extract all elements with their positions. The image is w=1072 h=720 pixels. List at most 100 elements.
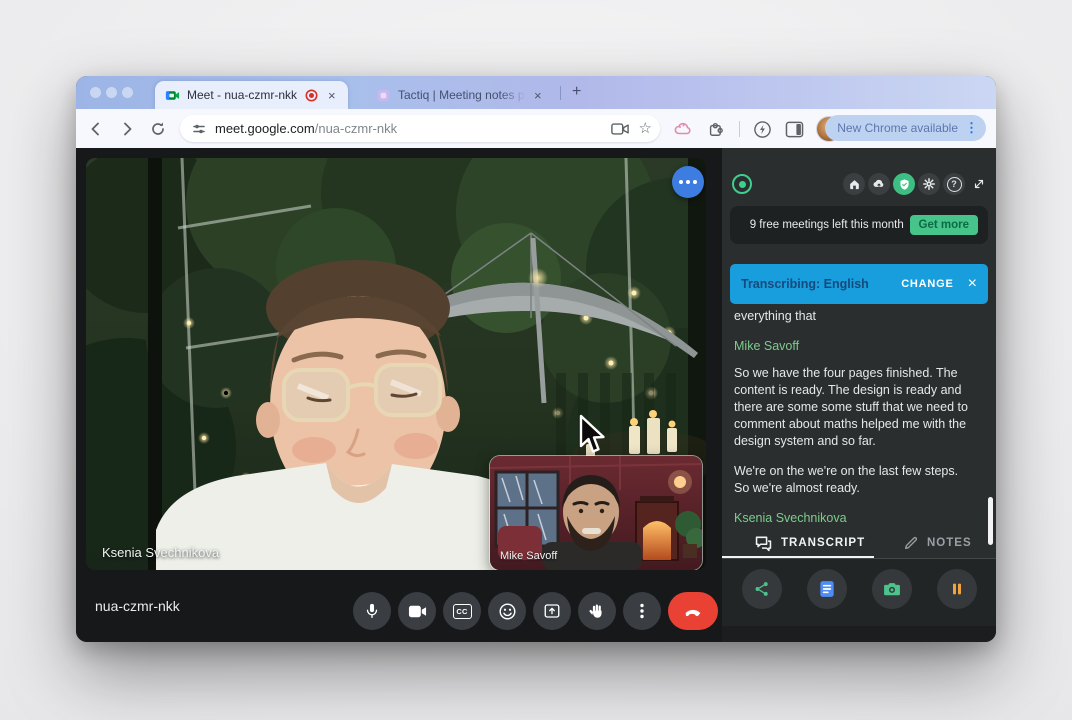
transcript-paragraph: We're on the we're on the last few steps… <box>734 464 959 495</box>
site-info-icon[interactable] <box>191 121 207 137</box>
transcribing-status-label: Transcribing: English <box>741 277 869 291</box>
cloud-extension-icon[interactable] <box>673 119 693 139</box>
transcribing-banner: Transcribing: English CHANGE × <box>730 264 988 304</box>
tab-title: Tactiq | Meeting notes powe <box>398 88 526 102</box>
screenshot-button[interactable] <box>872 569 912 609</box>
captions-icon: CC <box>452 603 472 619</box>
pause-icon <box>953 583 961 595</box>
camera-icon <box>408 605 426 617</box>
privacy-shield-button[interactable] <box>893 173 915 195</box>
transcript-fragment: everything that <box>734 309 816 323</box>
gear-icon <box>922 177 936 191</box>
raise-hand-button[interactable] <box>578 592 616 630</box>
cloud-upload-icon <box>873 179 884 187</box>
google-doc-icon <box>820 581 834 597</box>
side-panel-icon[interactable] <box>785 121 804 138</box>
more-options-button[interactable] <box>623 592 661 630</box>
pause-transcription-button[interactable] <box>937 569 977 609</box>
window-zoom-button[interactable] <box>122 87 133 98</box>
window-close-button[interactable] <box>90 87 101 98</box>
share-icon <box>755 582 768 596</box>
bookmark-star-icon[interactable]: ☆ <box>639 121 652 136</box>
browser-toolbar: meet.google.com/nua-czmr-nkk ☆ New Chrom… <box>76 109 996 149</box>
pencil-icon <box>905 536 918 549</box>
tab-divider <box>560 86 561 100</box>
end-call-icon <box>685 609 701 617</box>
meet-stage: Ksenia Svechnikova Mike Savoff nua-czmr-… <box>76 148 722 642</box>
pip-name-label: Mike Savoff <box>500 550 558 562</box>
active-tab-underline <box>722 556 874 558</box>
reload-icon[interactable] <box>146 117 170 141</box>
main-video-tile[interactable]: Ksenia Svechnikova Mike Savoff <box>86 158 706 570</box>
transcript-panel[interactable]: everything that Mike Savoff So we have t… <box>734 308 974 526</box>
sidebar-bottom-strip <box>722 626 996 642</box>
tab-notes[interactable]: NOTES <box>903 528 972 558</box>
camera-photo-icon <box>884 583 900 596</box>
share-button[interactable] <box>742 569 782 609</box>
browser-menu-icon[interactable]: ⋮ <box>965 120 978 136</box>
home-icon <box>849 179 859 189</box>
help-button[interactable]: ? <box>943 173 965 195</box>
sidebar-header-icons: ? <box>843 173 990 195</box>
more-options-icon <box>640 603 644 619</box>
bolt-extension-icon[interactable] <box>753 120 772 139</box>
url-domain: meet.google.com <box>215 121 315 136</box>
chat-bubbles-icon <box>755 536 772 551</box>
change-language-button[interactable]: CHANGE <box>901 278 953 290</box>
meet-favicon <box>165 90 180 100</box>
tab-meet[interactable]: Meet - nua-czmr-nkk × <box>155 81 348 109</box>
present-screen-icon <box>544 604 560 618</box>
tab-strip: Meet - nua-czmr-nkk × Tactiq | Meeting n… <box>76 76 996 109</box>
window-minimize-button[interactable] <box>106 87 117 98</box>
smiley-icon <box>499 603 515 619</box>
speaker-label: Ksenia Svechnikova <box>734 511 847 525</box>
url-path: /nua-czmr-nkk <box>314 121 398 136</box>
tab-notes-label: NOTES <box>927 537 972 549</box>
camera-button[interactable] <box>398 592 436 630</box>
tab-close-icon[interactable]: × <box>530 87 546 104</box>
home-button[interactable] <box>843 173 865 195</box>
sidebar-tabs: TRANSCRIPT NOTES <box>722 528 996 559</box>
browser-window: Meet - nua-czmr-nkk × Tactiq | Meeting n… <box>76 76 996 642</box>
forward-icon[interactable] <box>115 117 139 141</box>
extensions-row <box>673 117 841 141</box>
desktop: Meet - nua-czmr-nkk × Tactiq | Meeting n… <box>0 0 1072 720</box>
tab-transcript[interactable]: TRANSCRIPT <box>754 528 865 558</box>
cloud-sync-button[interactable] <box>868 173 890 195</box>
meeting-code-label: nua-czmr-nkk <box>95 598 180 614</box>
tab-close-icon[interactable]: × <box>324 87 340 104</box>
window-content: Ksenia Svechnikova Mike Savoff nua-czmr-… <box>76 148 996 642</box>
extensions-puzzle-icon[interactable] <box>706 119 726 139</box>
camera-in-use-icon[interactable] <box>610 122 629 136</box>
address-bar[interactable]: meet.google.com/nua-czmr-nkk ☆ <box>180 115 660 142</box>
microphone-button[interactable] <box>353 592 391 630</box>
end-call-button[interactable] <box>668 592 718 630</box>
tab-tactiq[interactable]: Tactiq | Meeting notes powe × <box>366 81 562 109</box>
chrome-update-button[interactable]: New Chrome available ⋮ <box>825 115 986 141</box>
participant-name-label: Ksenia Svechnikova <box>102 545 220 560</box>
free-meetings-text: 9 free meetings left this month <box>749 218 904 231</box>
speaker-label: Mike Savoff <box>734 339 800 353</box>
transcript-paragraph: So we have the four pages finished. The … <box>734 366 968 448</box>
chrome-update-label: New Chrome available <box>837 121 958 135</box>
pip-video-tile[interactable]: Mike Savoff <box>490 456 702 570</box>
present-button[interactable] <box>533 592 571 630</box>
chat-bubble-button[interactable] <box>672 166 704 198</box>
back-icon[interactable] <box>84 117 108 141</box>
captions-button[interactable]: CC <box>443 592 481 630</box>
banner-close-icon[interactable]: × <box>968 276 977 292</box>
sidebar-action-bar <box>722 559 996 642</box>
new-tab-button[interactable]: + <box>572 84 581 100</box>
microphone-icon <box>366 603 378 619</box>
shield-check-icon <box>899 178 909 190</box>
get-more-button[interactable]: Get more <box>909 215 978 235</box>
recording-indicator-icon <box>305 89 318 101</box>
settings-button[interactable] <box>918 173 940 195</box>
free-meetings-card: 9 free meetings left this month Get more <box>730 206 988 244</box>
tactiq-favicon <box>377 89 390 101</box>
reactions-button[interactable] <box>488 592 526 630</box>
collapse-panel-button[interactable] <box>968 173 990 195</box>
help-icon: ? <box>946 176 962 192</box>
export-to-doc-button[interactable] <box>807 569 847 609</box>
expand-diagonal-icon <box>974 179 984 189</box>
